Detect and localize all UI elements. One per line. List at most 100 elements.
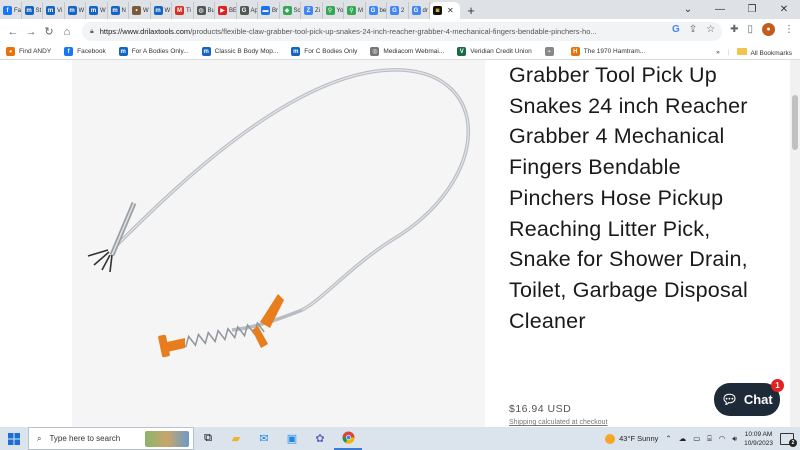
tab-label: dr	[422, 7, 428, 14]
browser-tab[interactable]: ◍ Bu	[194, 2, 215, 19]
browser-tab[interactable]: ▶ BE	[215, 2, 237, 19]
bookmark-item[interactable]: m Classic B Body Mop...	[201, 47, 278, 56]
weather-widget[interactable]: 43°F Sunny	[605, 433, 659, 444]
store-icon[interactable]: ▣	[278, 427, 306, 450]
bookmark-item[interactable]: m For C Bodies Only	[291, 47, 357, 56]
home-icon[interactable]: ⌂	[58, 26, 76, 38]
tab-label: Sc	[293, 7, 301, 14]
sun-icon	[605, 433, 616, 444]
share-icon[interactable]: ⇪	[689, 24, 697, 35]
tab-label: Bu	[207, 7, 215, 14]
notification-icon[interactable]: 2	[780, 432, 797, 447]
shipping-note[interactable]: Shipping calculated at checkout	[509, 419, 607, 426]
browser-tab[interactable]: f Fa	[0, 2, 22, 19]
grabber-tool-illustration	[87, 68, 470, 358]
tab-label: N	[121, 7, 126, 14]
browser-tab[interactable]: Z Zi	[301, 2, 323, 19]
bookmark-star-icon[interactable]: ☆	[706, 24, 715, 35]
extensions-icon[interactable]: ✚	[730, 24, 738, 35]
bookmark-item[interactable]: m For A Bodies Only...	[118, 47, 189, 56]
product-image[interactable]	[72, 60, 485, 427]
browser-tab[interactable]: ◆ Sc	[280, 2, 301, 19]
minimize-icon[interactable]: —	[704, 0, 736, 19]
close-window-icon[interactable]: ✕	[768, 0, 800, 19]
bookmark-item[interactable]: ⌁	[544, 47, 558, 56]
bookmark-label: Veridian Credit Union	[470, 48, 532, 55]
bookmarks-overflow-icon[interactable]: »	[716, 49, 720, 56]
tab-favicon-icon: G	[411, 6, 421, 15]
forward-arrow-icon[interactable]: →	[22, 26, 40, 38]
search-placeholder: Type here to search	[49, 434, 121, 443]
windows-logo-icon	[8, 432, 20, 445]
page-scrollbar[interactable]	[790, 60, 800, 427]
browser-tab[interactable]: m Vi	[43, 2, 65, 19]
browser-tab[interactable]: • W	[129, 2, 151, 19]
bookmark-item[interactable]: ◕ Find ANDY	[6, 47, 51, 56]
tab-label: Yo	[336, 7, 344, 14]
network-icon[interactable]: ⌸	[707, 434, 712, 444]
menu-icon[interactable]: ⋮	[784, 24, 794, 35]
mail-icon[interactable]: ✉	[250, 427, 278, 450]
onedrive-icon[interactable]: ☁	[679, 434, 687, 443]
scrollbar-thumb[interactable]	[792, 95, 798, 150]
volume-icon[interactable]: 🔊︎	[732, 434, 737, 444]
bookmark-label: The 1970 Hamtram...	[583, 48, 646, 55]
task-view-icon[interactable]: ⧉	[194, 427, 222, 450]
browser-tab[interactable]: G Ap	[237, 2, 258, 19]
restore-icon[interactable]: ❐	[736, 0, 768, 19]
browser-tab[interactable]: mN	[108, 2, 129, 19]
windows-start-button[interactable]	[0, 432, 28, 445]
browser-tab[interactable]: mW	[151, 2, 172, 19]
bookmark-item[interactable]: V Veridian Credit Union	[457, 47, 532, 56]
bookmark-favicon-icon: ◎	[370, 47, 380, 56]
tab-label: W	[143, 7, 149, 14]
browser-tab[interactable]: Gdr	[409, 2, 430, 19]
file-explorer-icon[interactable]: ▰	[222, 427, 250, 450]
windows-taskbar: ⌕ Type here to search ⧉ ▰ ✉ ▣ ✿ 43°F Sun…	[0, 427, 800, 450]
bookmark-item[interactable]: H The 1970 Hamtram...	[570, 47, 646, 56]
page-content: Grabber Tool Pick Up Snakes 24 inch Reac…	[0, 60, 790, 427]
chat-button[interactable]: 💬︎ Chat	[714, 383, 780, 416]
tab-label: M	[358, 7, 363, 14]
tab-favicon-icon: M	[175, 6, 184, 15]
browser-tab[interactable]: G2	[387, 2, 409, 19]
profile-avatar[interactable]: ●	[762, 23, 775, 36]
tab-favicon-icon: G	[390, 6, 399, 15]
browser-tab[interactable]: M Ti	[172, 2, 194, 19]
new-tab-button[interactable]: +	[460, 2, 482, 19]
chevron-up-icon[interactable]: ⌃	[665, 434, 671, 443]
browser-tab[interactable]: ▬ Br	[258, 2, 280, 19]
all-bookmarks-button[interactable]: All Bookmarks	[737, 47, 792, 57]
wifi-icon[interactable]: ◠	[719, 434, 726, 443]
url-host: https://www.drilaxtools.com	[99, 27, 191, 36]
browser-toolbar: ← → ↻ ⌂ 🔒︎ https://www.drilaxtools.com/p…	[0, 19, 800, 44]
bookmark-favicon-icon: ◕	[6, 47, 15, 56]
url-path: /products/flexible-claw-grabber-tool-pic…	[190, 27, 597, 36]
tab-favicon-icon: m	[89, 6, 98, 15]
close-tab-icon[interactable]: ✕	[447, 6, 454, 15]
browser-tab[interactable]: mW	[86, 2, 108, 19]
chrome-icon[interactable]	[334, 427, 362, 450]
bookmark-item[interactable]: f Facebook	[64, 47, 106, 56]
notification-count: 2	[789, 438, 797, 447]
reload-icon[interactable]: ↻	[40, 25, 58, 38]
browser-tab[interactable]: m St	[22, 2, 43, 19]
back-arrow-icon[interactable]: ←	[4, 26, 22, 38]
browser-tab[interactable]: ⚲ Yo	[323, 2, 344, 19]
tab-favicon-icon: m	[153, 6, 163, 15]
side-panel-icon[interactable]: ▯	[747, 24, 753, 35]
taskbar-search[interactable]: ⌕ Type here to search	[28, 427, 194, 450]
browser-tab[interactable]: Gbe	[366, 2, 387, 19]
active-tab[interactable]: ◙ ✕	[430, 2, 460, 19]
browser-tab[interactable]: mW	[65, 2, 86, 19]
bookmark-item[interactable]: ◎ Mediacom Webmai...	[370, 47, 444, 56]
address-bar[interactable]: 🔒︎ https://www.drilaxtools.com/products/…	[82, 22, 722, 41]
tab-search-icon[interactable]: ⌄	[672, 0, 704, 19]
google-icon[interactable]: G	[672, 24, 680, 35]
meet-icon[interactable]: ▭	[693, 434, 700, 443]
app-icon[interactable]: ✿	[306, 427, 334, 450]
clock[interactable]: 10:09 AM 10/9/2023	[744, 430, 773, 448]
lock-icon[interactable]: 🔒︎	[90, 28, 94, 36]
browser-tab[interactable]: ⚲ M	[344, 2, 366, 19]
weather-text: 43°F Sunny	[619, 434, 659, 443]
